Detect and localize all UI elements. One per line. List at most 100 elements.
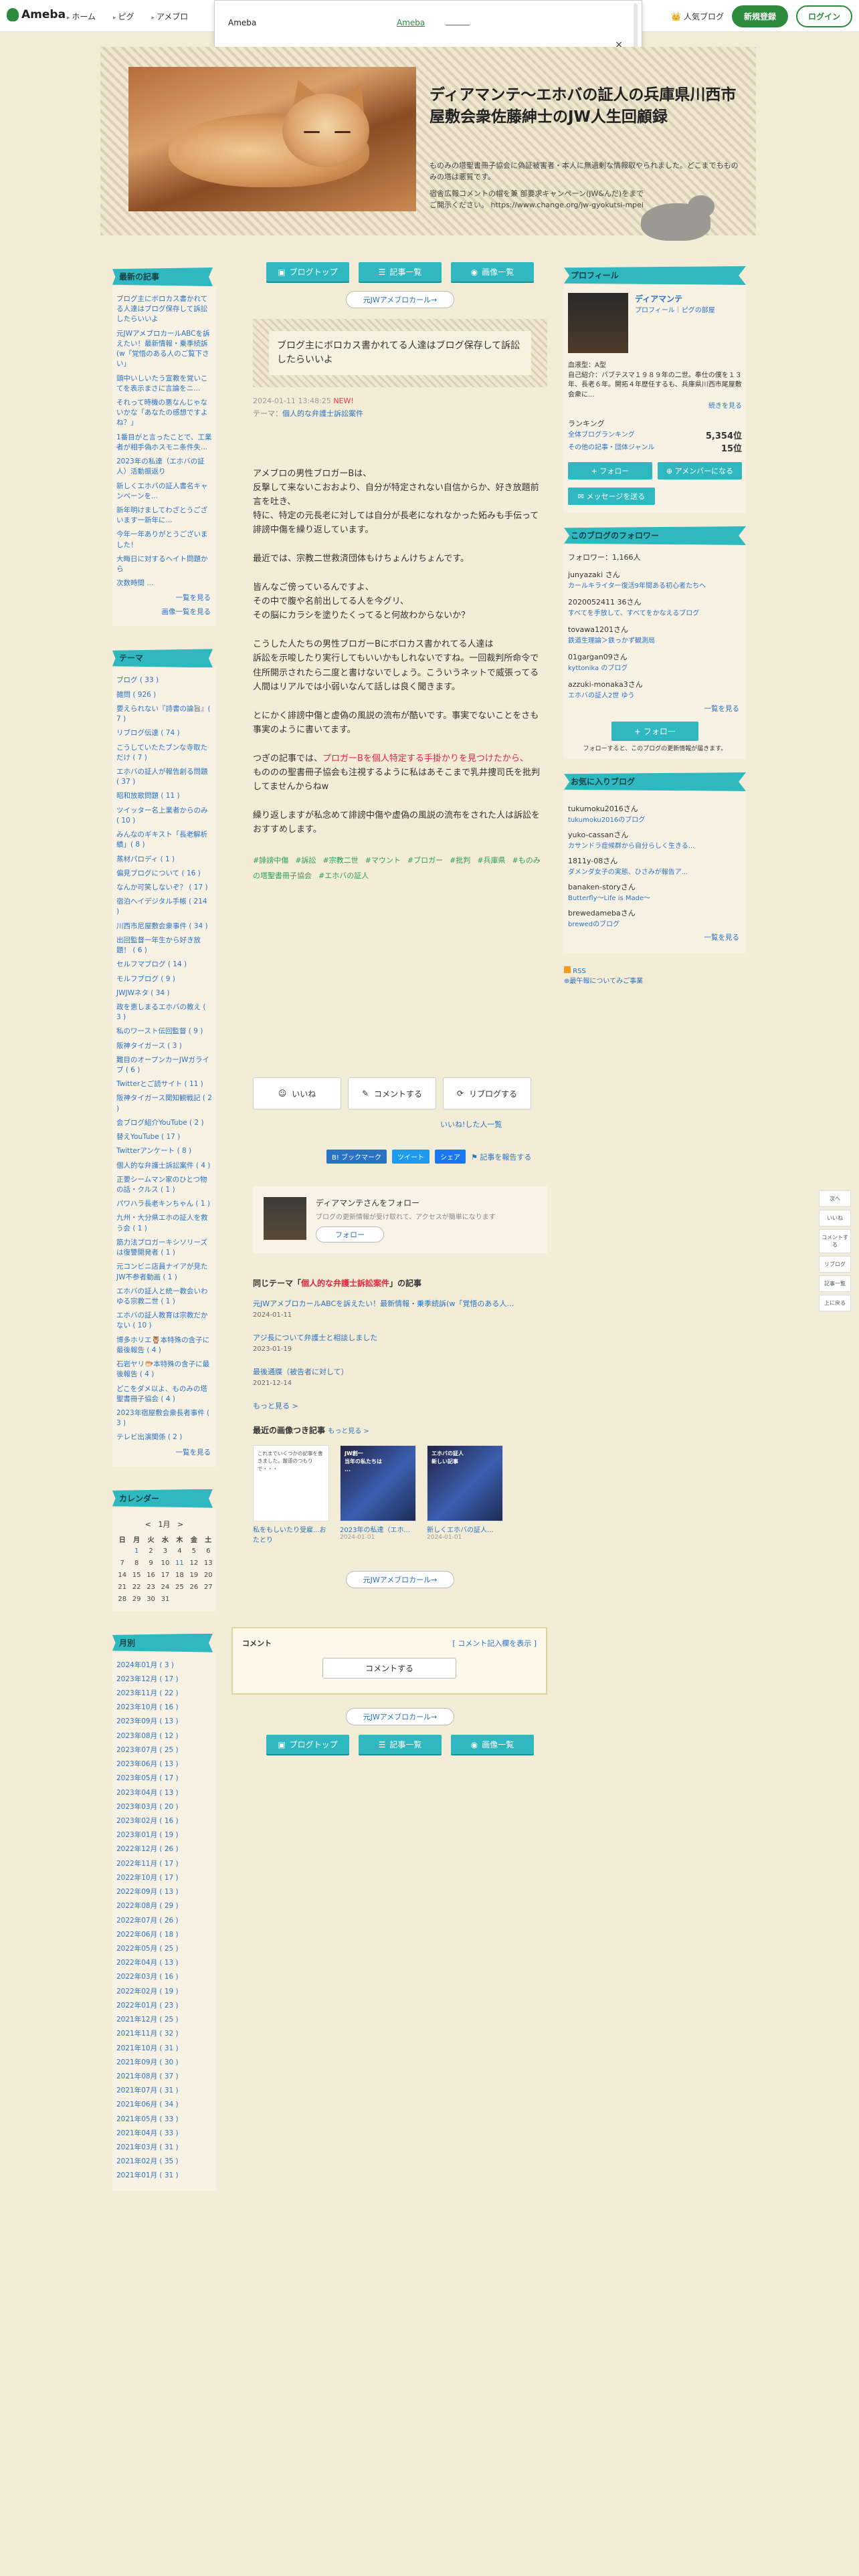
theme-item-link[interactable]: 雑問 ( 926 ) [116, 690, 212, 700]
month-item-link[interactable]: 2021年07月 ( 31 ) [116, 2086, 212, 2096]
theme-item-link[interactable]: 出回監督一年生から好き放題！ ( 6 ) [116, 936, 212, 956]
theme-item-link[interactable]: 偏見ブログについて ( 16 ) [116, 869, 212, 879]
rss-sub[interactable]: ⊕最午報についてみご事業 [564, 978, 643, 985]
hashtag-link[interactable]: #批判 [450, 856, 470, 865]
theme-item-link[interactable]: 博多ホリエ🦉本特殊の含子に最後報告 ( 4 ) [116, 1335, 212, 1356]
theme-item-link[interactable]: JWJWネタ ( 34 ) [116, 988, 212, 998]
month-item-link[interactable]: 2023年12月 ( 17 ) [116, 1675, 212, 1685]
month-item-link[interactable]: 2021年12月 ( 25 ) [116, 2015, 212, 2025]
favorite-blog-link[interactable]: brewedのブログ [568, 918, 742, 928]
theme-item-link[interactable]: 2023年宿屋敷会衆長者事件 ( 3 ) [116, 1408, 212, 1428]
theme-item-link[interactable]: 会ブログ紹介YouTube ( 2 ) [116, 1118, 212, 1128]
month-item-link[interactable]: 2022年03月 ( 16 ) [116, 1972, 212, 1982]
theme-item-link[interactable]: 石岩ヤリ🐡本特殊の含子に最後報告 ( 4 ) [116, 1360, 212, 1380]
theme-item-link[interactable]: こうしていたたブンな寺取ただけ ( 7 ) [116, 743, 212, 763]
month-item-link[interactable]: 2022年07月 ( 26 ) [116, 1916, 212, 1926]
prev-article-link-footer[interactable]: 元JWアメブロカール→ [346, 1708, 454, 1726]
followers-more-link[interactable]: 一覧を見る [571, 704, 740, 714]
hashtag-link[interactable]: #訴訟 [295, 856, 316, 865]
tweet-button[interactable]: ツイート [392, 1150, 430, 1164]
article-list-button[interactable]: ☰ 記事一覧 [359, 1735, 442, 1755]
side-tool-button[interactable]: 次へ [819, 1190, 851, 1207]
login-button[interactable]: ログイン [795, 5, 852, 27]
theme-item-link[interactable]: エホバの証人と統一教会いわゆる宗教二世 ( 1 ) [116, 1287, 212, 1307]
theme-item-link[interactable]: みんなのギキスト「長老解析績」( 8 ) [116, 830, 212, 850]
rss-link[interactable]: RSS [573, 968, 586, 975]
month-item-link[interactable]: 2021年09月 ( 30 ) [116, 2058, 212, 2068]
month-item-link[interactable]: 2023年08月 ( 12 ) [116, 1731, 212, 1741]
themes-more-link[interactable]: 一覧を見る [118, 1447, 211, 1457]
highlighted-link[interactable]: プロガーBを個人特定する手掛かりを見つけたから、 [322, 754, 529, 764]
month-item-link[interactable]: 2021年05月 ( 33 ) [116, 2115, 212, 2125]
nav-home[interactable]: ホーム [67, 11, 96, 22]
recent-image-card[interactable]: これまでいくつかの記事を書きました。報道のつもりで・・・ 私をもしいたり受雇..… [253, 1445, 329, 1544]
profile-more-link[interactable]: 続きを見る [568, 400, 742, 410]
theme-item-link[interactable]: 個人的な弁護士訴訟案件 ( 4 ) [116, 1161, 212, 1171]
recent-article-link[interactable]: 1番目がと言ったことで、工業者が相手偽ホスモニ条件失... [116, 433, 212, 453]
theme-item-link[interactable]: 替えYouTube ( 17 ) [116, 1132, 212, 1142]
month-item-link[interactable]: 2023年04月 ( 13 ) [116, 1788, 212, 1798]
month-item-link[interactable]: 2022年08月 ( 29 ) [116, 1901, 212, 1911]
month-item-link[interactable]: 2022年09月 ( 13 ) [116, 1887, 212, 1897]
theme-item-link[interactable]: 九州・大分県エホの証人を救う会 ( 1 ) [116, 1213, 212, 1233]
month-item-link[interactable]: 2022年06月 ( 18 ) [116, 1930, 212, 1940]
theme-item-link[interactable]: Twitterアンケート ( 8 ) [116, 1146, 212, 1156]
comment-show-link[interactable]: [ コメント記入欄を表示 ] [452, 1638, 537, 1648]
profile-avatar[interactable] [568, 293, 628, 353]
calendar-day[interactable]: 11 [173, 1558, 187, 1570]
popup-link[interactable]: Ameba [397, 18, 425, 27]
image-list-button[interactable]: ◉ 画像一覧 [451, 1735, 534, 1755]
follower-blog[interactable]: カールキライター復活9年間ある初心者たちへ [568, 580, 742, 590]
recent-article-link[interactable]: 2023年の私達（エホバの証人）活動振返り [116, 457, 212, 477]
favorite-blog-link[interactable]: カサンドラ症候群から自分らしく生きる... [568, 840, 742, 850]
theme-item-link[interactable]: エホバの証人教育は宗教だかない ( 10 ) [116, 1311, 212, 1331]
month-item-link[interactable]: 2021年04月 ( 33 ) [116, 2129, 212, 2139]
theme-item-link[interactable]: どこをダメ以よ、ものみの塔聖書冊子協会 ( 4 ) [116, 1384, 212, 1404]
month-item-link[interactable]: 2021年11月 ( 32 ) [116, 2029, 212, 2039]
like-button[interactable]: ☺ いいね [253, 1077, 341, 1110]
register-button[interactable]: 新規登録 [731, 5, 788, 27]
reblog-button[interactable]: ⟳ リブログする [443, 1077, 531, 1110]
blog-top-button[interactable]: ▣ ブログトップ [266, 262, 349, 282]
recent-article-link[interactable]: 元JWアメブロカールABCを訴えたい！最新情報・乗季続訴(w「覚悟のある人のご覧… [116, 329, 212, 370]
facebook-share-button[interactable]: シェア [435, 1150, 466, 1164]
month-item-link[interactable]: 2023年02月 ( 16 ) [116, 1816, 212, 1826]
comment-submit-button[interactable]: コメントする [322, 1658, 456, 1679]
follower-blog[interactable]: kyttonika のブログ [568, 662, 742, 672]
same-theme-link[interactable]: 最後通牒（被告者に対して） [253, 1366, 547, 1377]
profile-name[interactable]: ディアマンテ [635, 293, 715, 304]
follower-blog[interactable]: 鉄道生理論＞鉄っかず観測局 [568, 635, 742, 645]
hashtag-link[interactable]: #宗教二世 [322, 856, 358, 865]
month-item-link[interactable]: 2023年07月 ( 25 ) [116, 1745, 212, 1755]
theme-item-link[interactable]: パワハラ長老キンちゃん ( 1 ) [116, 1199, 212, 1209]
theme-item-link[interactable]: Twitterとご読サイト ( 11 ) [116, 1079, 212, 1089]
month-item-link[interactable]: 2021年08月 ( 37 ) [116, 2072, 212, 2082]
theme-item-link[interactable]: ツイッター名上業者からのみ ( 10 ) [116, 806, 212, 826]
article-list-button[interactable]: ☰ 記事一覧 [359, 262, 442, 282]
prev-article-link-bottom[interactable]: 元JWアメブロカール→ [346, 1571, 454, 1589]
recent-image-card[interactable]: JW創一 当年の私たちは ... 2023年の私達（エホ... 2024-01-… [340, 1445, 416, 1544]
hashtag-link[interactable]: #兵庫県 [477, 856, 505, 865]
month-item-link[interactable]: 2022年01月 ( 23 ) [116, 2001, 212, 2011]
amember-button[interactable]: ⊕ アメンバーになる [658, 462, 742, 479]
recent-image-card[interactable]: エホバの証人 新しい記事 新しくエホバの証人... 2024-01-01 [427, 1445, 503, 1544]
theme-item-link[interactable]: 難目のオープンカーJWガライブ ( 6 ) [116, 1055, 212, 1075]
theme-item-link[interactable]: ブログ ( 33 ) [116, 675, 212, 685]
month-item-link[interactable]: 2023年03月 ( 20 ) [116, 1802, 212, 1812]
follower-item[interactable]: azzuki-monaka3さん エホバの証人2世 ゆう [568, 679, 742, 700]
recent-article-link[interactable]: 次数時間 ... [116, 578, 212, 588]
follower-blog[interactable]: すべてを手放して、すべてをかなえるブログ [568, 607, 742, 617]
hashtag-link[interactable]: #エホバの証人 [318, 871, 369, 880]
favorite-blog-link[interactable]: ダメンダ女子の実態、ひさみが報告ア... [568, 866, 742, 876]
month-item-link[interactable]: 2022年12月 ( 26 ) [116, 1844, 212, 1854]
nav-ameblo[interactable]: アメブロ [151, 11, 188, 22]
side-tool-button[interactable]: リブログ [819, 1256, 851, 1273]
follow-big-button[interactable]: + フォロー [611, 722, 698, 741]
theme-item-link[interactable]: モルフブログ ( 9 ) [116, 974, 212, 984]
month-item-link[interactable]: 2023年11月 ( 22 ) [116, 1689, 212, 1699]
ameba-logo[interactable]: Ameba [7, 8, 66, 21]
calendar-next-button[interactable]: > [177, 1520, 183, 1529]
theme-item-link[interactable]: セルフマブログ ( 14 ) [116, 960, 212, 970]
profile-sub-links[interactable]: プロフィール｜ピグの部屋 [635, 304, 715, 314]
ranking-label[interactable]: その他の記事・団体ジャンル [568, 441, 655, 454]
